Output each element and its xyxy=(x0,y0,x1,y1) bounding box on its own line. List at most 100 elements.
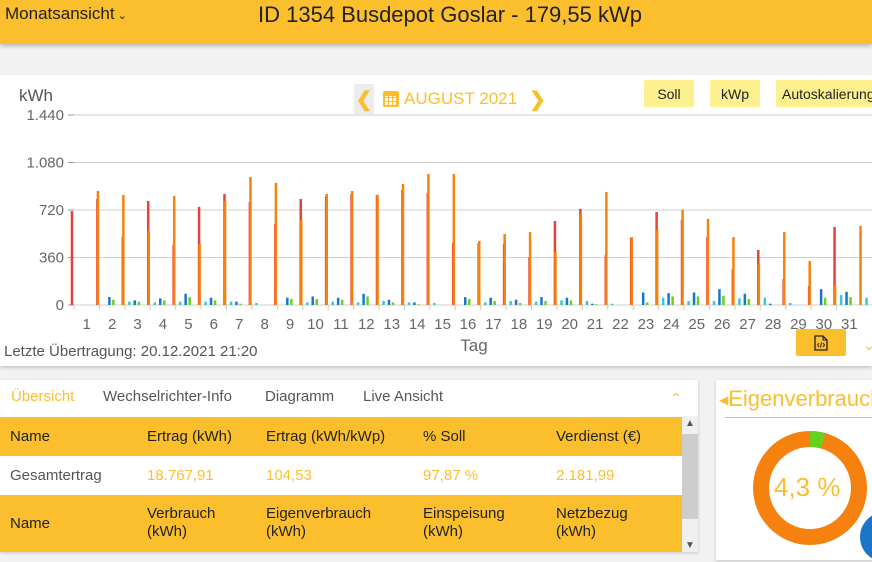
bar-eigenverbrauch xyxy=(747,299,751,305)
x-tick-label: 8 xyxy=(260,316,268,333)
bar-eigenverbrauch xyxy=(595,304,598,305)
bar-verbrauch xyxy=(133,300,137,305)
bar-soll xyxy=(427,173,430,305)
x-tick-label: 19 xyxy=(536,316,553,333)
collapse-icon[interactable]: ⌃ xyxy=(670,390,682,407)
scroll-thumb[interactable] xyxy=(682,434,698,519)
bar-eigenverbrauch xyxy=(569,300,573,305)
bar-verbrauch xyxy=(667,293,670,305)
table-scrollbar[interactable]: ▲ ▼ xyxy=(682,416,698,552)
bar-eigenverbrauch xyxy=(823,297,827,305)
col-self-consumption: Eigenverbrauch (kWh) xyxy=(266,505,372,540)
bar-soll xyxy=(808,260,811,305)
bar-eigenverbrauch xyxy=(162,300,166,305)
x-tick-label: 13 xyxy=(383,316,400,333)
bar-soll xyxy=(503,234,506,305)
panel-title[interactable]: ◀Eigenverbrauch xyxy=(719,386,872,412)
col-yield-kwh-kwp: Ertrag (kWh/kWp) xyxy=(266,428,386,445)
panel-title-text: Eigenverbrauch xyxy=(728,386,872,411)
bar-verbrauch xyxy=(514,299,518,305)
bar-verbrauch xyxy=(387,299,391,305)
top-bar: Monatsansicht ⌄ ID 1354 Busdepot Goslar -… xyxy=(0,0,872,44)
bar-netzbezug xyxy=(255,303,258,305)
bar-netzbezug xyxy=(839,295,843,305)
y-tick-label: 1.080 xyxy=(26,155,64,172)
col-consumption: Verbrauch (kWh) xyxy=(147,505,216,540)
bar-netzbezug xyxy=(560,300,563,305)
bar-eigenverbrauch xyxy=(391,302,395,305)
bar-eigenverbrauch xyxy=(239,303,242,305)
bar-verbrauch xyxy=(591,303,594,305)
x-tick-label: 27 xyxy=(739,316,756,333)
bar-eigenverbrauch xyxy=(544,301,547,305)
bar-soll xyxy=(706,218,710,305)
bar-verbrauch xyxy=(718,289,721,305)
tab-overview[interactable]: Übersicht xyxy=(11,388,74,405)
bar-netzbezug xyxy=(356,302,360,305)
bar-soll xyxy=(554,251,557,305)
bar-eigenverbrauch xyxy=(188,297,191,305)
view-mode-label: Monatsansicht xyxy=(5,4,115,23)
bar-netzbezug xyxy=(687,301,690,305)
x-tick-label: 22 xyxy=(612,316,629,333)
x-tick-label: 6 xyxy=(210,316,218,333)
bar-verbrauch xyxy=(692,292,696,305)
chevron-down-icon: ⌄ xyxy=(117,10,127,22)
bar-netzbezug xyxy=(153,302,157,305)
bar-eigenverbrauch xyxy=(722,295,725,305)
earnings-value: 2.181,99 xyxy=(556,467,615,484)
bar-eigenverbrauch xyxy=(290,299,293,305)
bar-netzbezug xyxy=(865,297,868,305)
table-header-yield: Name Ertrag (kWh) Ertrag (kWh/kWp) % Sol… xyxy=(0,417,682,456)
col-name: Name xyxy=(10,515,51,532)
x-tick-label: 26 xyxy=(714,316,731,333)
export-button[interactable] xyxy=(796,329,846,356)
bar-soll xyxy=(732,237,735,305)
bar-soll xyxy=(783,232,786,305)
scroll-down-icon[interactable]: ▼ xyxy=(685,540,695,551)
bar-netzbezug xyxy=(712,301,716,305)
bar-netzbezug xyxy=(229,301,233,305)
bar-netzbezug xyxy=(306,302,309,305)
x-tick-label: 25 xyxy=(688,316,705,333)
tab-live-view[interactable]: Live Ansicht xyxy=(363,388,443,405)
bar-netzbezug xyxy=(789,303,792,305)
bar-soll xyxy=(350,191,354,305)
view-mode-select[interactable]: Monatsansicht ⌄ xyxy=(5,4,127,24)
col-grid-purchase: Netzbezug (kWh) xyxy=(556,505,628,540)
bar-eigenverbrauch xyxy=(696,296,700,305)
x-tick-label: 20 xyxy=(561,316,578,333)
scroll-up-icon[interactable]: ▲ xyxy=(685,418,695,429)
bar-netzbezug xyxy=(509,301,512,305)
x-tick-label: 7 xyxy=(235,316,243,333)
x-tick-label: 18 xyxy=(510,316,527,333)
bar-verbrauch xyxy=(819,289,823,305)
bar-verbrauch xyxy=(286,297,289,305)
bar-verbrauch xyxy=(362,293,365,305)
bar-verbrauch xyxy=(641,292,645,305)
bar-soll xyxy=(605,191,608,305)
bar-eigenverbrauch xyxy=(671,296,674,305)
tab-diagram[interactable]: Diagramm xyxy=(265,388,334,405)
bar-soll xyxy=(198,244,201,305)
x-tick-label: 11 xyxy=(333,316,349,333)
bar-soll xyxy=(630,237,634,305)
bar-chart: 03607201.0801.4401 2 3 4 5 6 7 8 9 10 11 12 13 14 15 16… xyxy=(26,107,872,355)
chevron-down-icon[interactable]: ⌄ xyxy=(863,337,872,354)
bar-verbrauch xyxy=(540,297,543,305)
bar-verbrauch xyxy=(413,302,416,305)
bar-ertrag xyxy=(70,211,74,305)
caret-left-icon: ◀ xyxy=(719,393,729,408)
x-tick-label: 2 xyxy=(108,316,116,333)
donut-segment-self-consumption xyxy=(809,431,826,449)
percent-target-value: 97,87 % xyxy=(423,467,479,484)
bar-eigenverbrauch xyxy=(112,299,115,305)
bar-verbrauch xyxy=(845,291,848,305)
bar-verbrauch xyxy=(769,303,772,305)
tab-inverter-info[interactable]: Wechselrichter-Info xyxy=(103,388,232,405)
yield-kwh-value: 18.767,91 xyxy=(147,467,214,484)
bar-netzbezug xyxy=(433,303,436,305)
bar-netzbezug xyxy=(484,302,487,305)
bar-soll xyxy=(452,173,456,305)
col-name: Name xyxy=(10,428,51,445)
